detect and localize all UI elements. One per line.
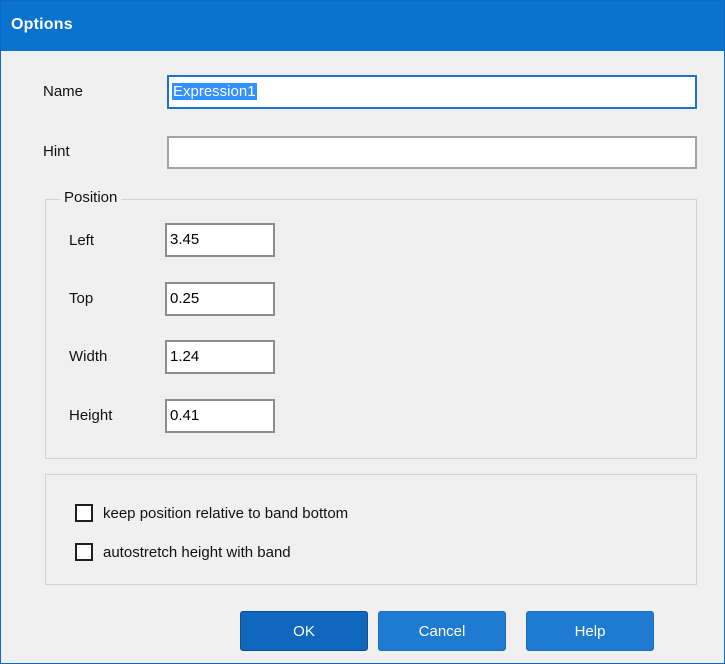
keep-position-checkbox[interactable] xyxy=(75,504,93,522)
width-input[interactable]: 1.24 xyxy=(165,340,275,374)
hint-label: Hint xyxy=(43,143,70,160)
top-label: Top xyxy=(69,290,94,307)
left-label: Left xyxy=(69,232,95,249)
left-input[interactable]: 3.45 xyxy=(165,223,275,257)
height-input[interactable]: 0.41 xyxy=(165,399,275,433)
keep-position-label[interactable]: keep position relative to band bottom xyxy=(103,505,348,522)
autostretch-option[interactable]: autostretch height with band xyxy=(75,541,291,563)
autostretch-label[interactable]: autostretch height with band xyxy=(103,544,291,561)
band-options-group xyxy=(45,474,697,585)
name-input[interactable]: Expression1 xyxy=(167,75,697,109)
position-group-title: Position xyxy=(60,189,122,206)
position-group xyxy=(45,199,697,459)
title-bar[interactable]: Options xyxy=(1,1,724,51)
cancel-button[interactable]: Cancel xyxy=(378,611,506,651)
dialog-title: Options xyxy=(11,16,73,33)
height-label: Height xyxy=(69,407,113,424)
options-dialog: Options Name Expression1 Hint Position L… xyxy=(0,0,725,664)
name-label: Name xyxy=(43,83,84,100)
autostretch-checkbox[interactable] xyxy=(75,543,93,561)
hint-input[interactable] xyxy=(167,136,697,169)
keep-position-option[interactable]: keep position relative to band bottom xyxy=(75,502,348,524)
top-input[interactable]: 0.25 xyxy=(165,282,275,316)
ok-button[interactable]: OK xyxy=(240,611,368,651)
help-button[interactable]: Help xyxy=(526,611,654,651)
width-label: Width xyxy=(69,348,108,365)
name-input-value: Expression1 xyxy=(172,83,257,100)
